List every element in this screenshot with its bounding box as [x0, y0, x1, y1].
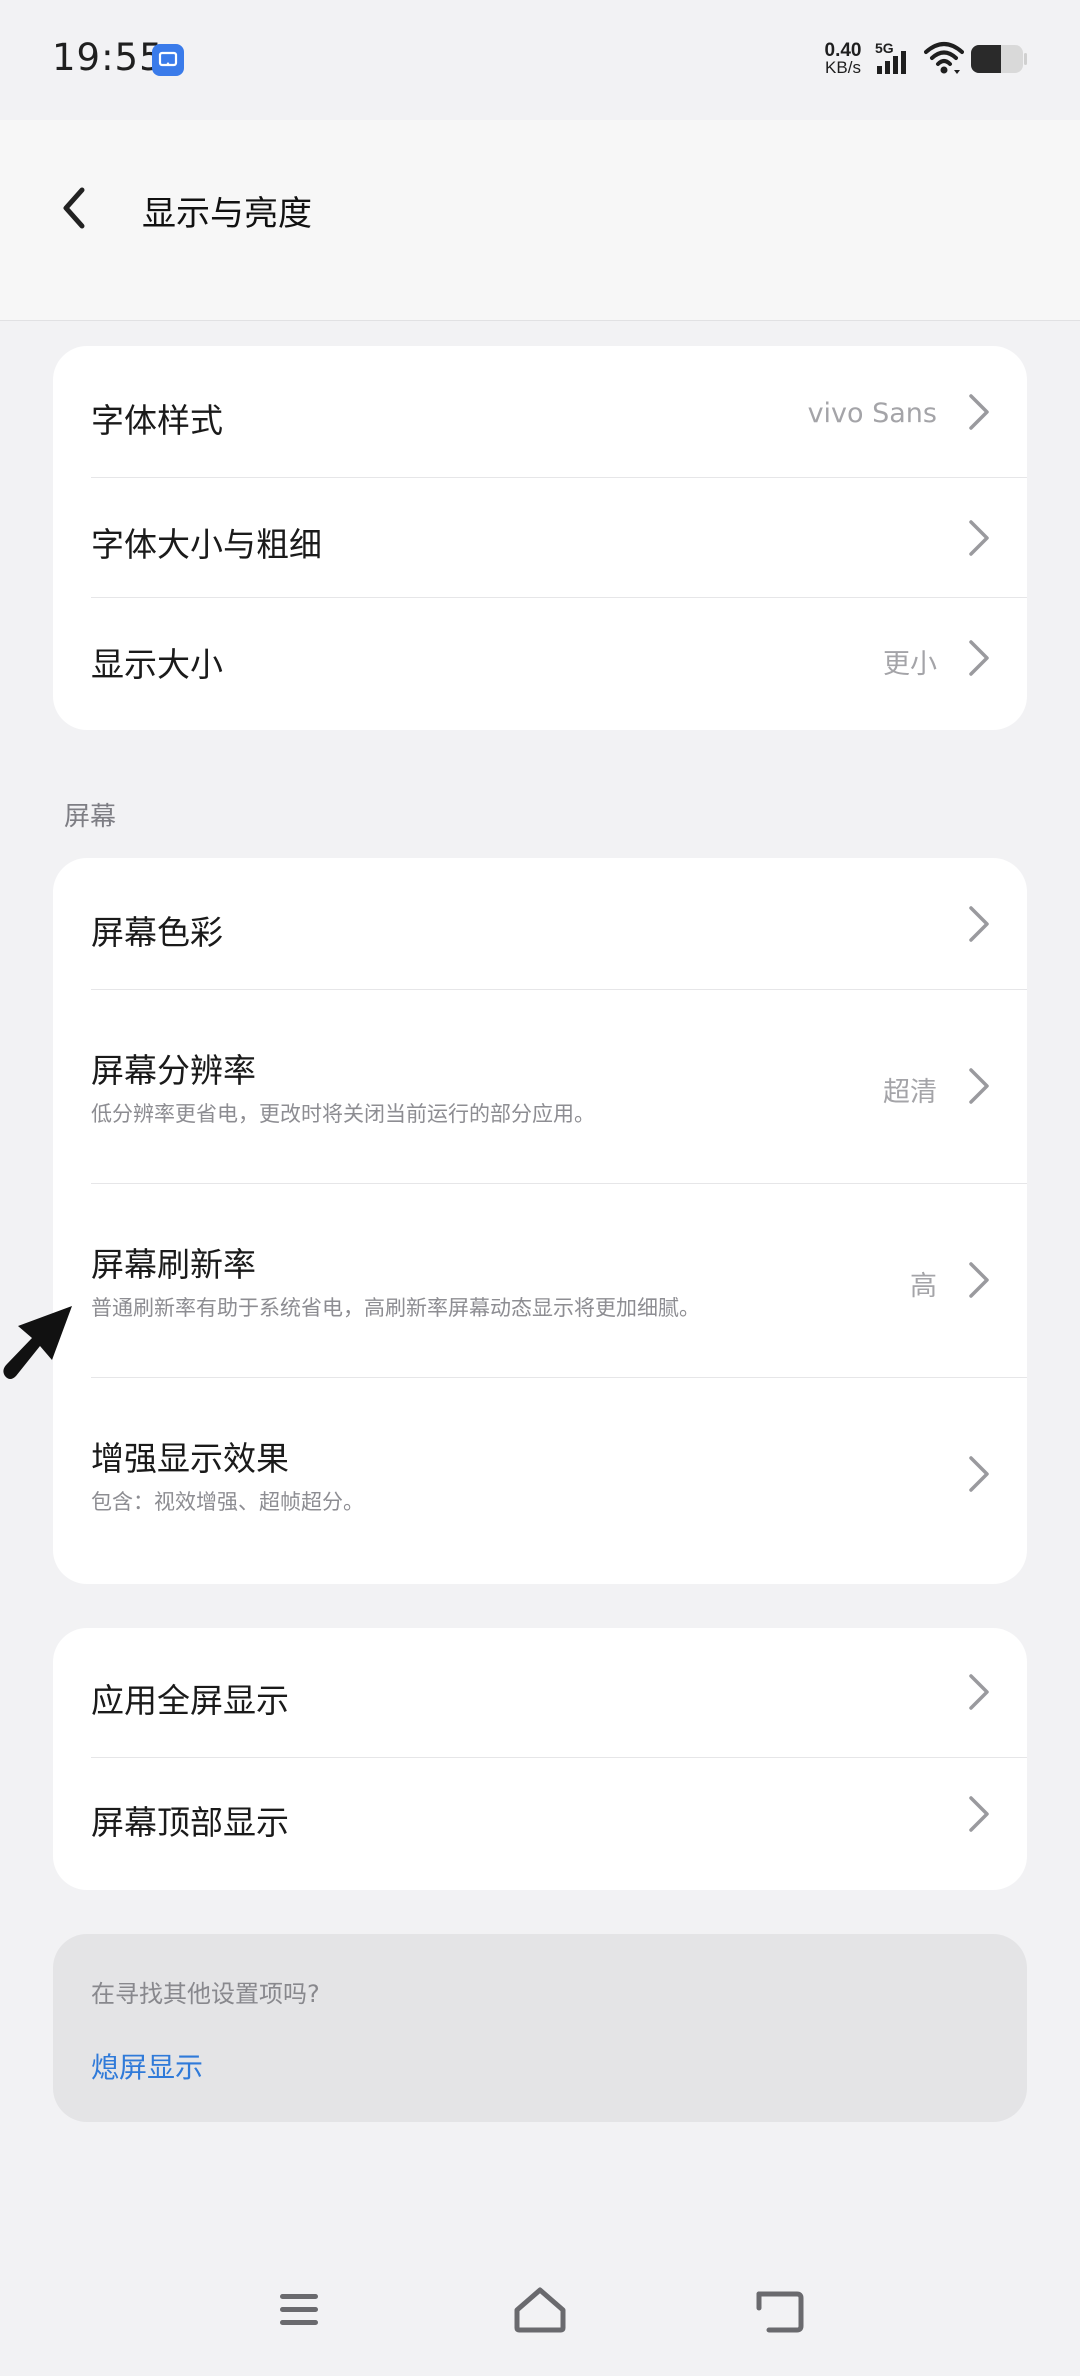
chevron-right-icon: [969, 906, 989, 942]
chevron-right-icon: [969, 1262, 989, 1298]
page-header: 显示与亮度: [0, 120, 1080, 321]
list-item-screen-resolution[interactable]: 屏幕分辨率 低分辨率更省电，更改时将关闭当前运行的部分应用。 超清: [53, 990, 1027, 1184]
chevron-right-icon: [969, 640, 989, 676]
list-item-refresh-rate[interactable]: 屏幕刷新率 普通刷新率有助于系统省电，高刷新率屏幕动态显示将更加细腻。 高: [53, 1184, 1027, 1378]
row-description: 低分辨率更省电，更改时将关闭当前运行的部分应用。: [91, 1102, 595, 1126]
row-label: 屏幕刷新率: [91, 1245, 256, 1284]
row-value: 高: [910, 1271, 937, 1302]
row-label: 屏幕顶部显示: [91, 1803, 289, 1842]
menu-icon[interactable]: [264, 2280, 334, 2340]
fullscreen-settings-card: 应用全屏显示 屏幕顶部显示: [53, 1628, 1027, 1890]
list-item-screen-color[interactable]: 屏幕色彩: [53, 858, 1027, 990]
row-label: 显示大小: [91, 645, 223, 684]
list-item-enhanced-display[interactable]: 增强显示效果 包含：视效增强、超帧超分。: [53, 1378, 1027, 1584]
back-icon[interactable]: [745, 2280, 815, 2340]
status-time: 19:55: [52, 36, 164, 79]
list-item-font-size-weight[interactable]: 字体大小与粗细: [53, 478, 1027, 598]
back-button[interactable]: [52, 180, 108, 236]
row-value: 超清: [883, 1077, 937, 1108]
row-description: 普通刷新率有助于系统省电，高刷新率屏幕动态显示将更加细腻。: [91, 1296, 700, 1320]
network-speed-value: 0.40: [824, 40, 862, 61]
chevron-right-icon: [969, 1456, 989, 1492]
row-label: 字体样式: [91, 401, 223, 440]
chevron-left-icon: [63, 187, 85, 229]
chevron-right-icon: [969, 394, 989, 430]
row-label: 屏幕分辨率: [91, 1051, 256, 1090]
list-item-font-style[interactable]: 字体样式 vivo Sans: [53, 346, 1027, 478]
list-item-display-size[interactable]: 显示大小 更小: [53, 598, 1027, 730]
related-settings-card: 在寻找其他设置项吗? 熄屏显示: [53, 1934, 1027, 2122]
screen-cast-app-icon: [152, 44, 184, 76]
page-title: 显示与亮度: [142, 194, 312, 234]
status-bar: 19:55 0.40 KB/s 5G: [0, 0, 1080, 120]
row-description: 包含：视效增强、超帧超分。: [91, 1490, 364, 1514]
network-speed: 0.40 KB/s: [818, 40, 868, 77]
chevron-right-icon: [969, 1068, 989, 1104]
row-label: 屏幕色彩: [91, 913, 223, 952]
list-item-screen-top-display[interactable]: 屏幕顶部显示: [53, 1758, 1027, 1890]
mouse-pointer-icon: [3, 1306, 72, 1379]
home-icon[interactable]: [505, 2280, 575, 2340]
chevron-right-icon: [969, 1674, 989, 1710]
list-item-app-fullscreen[interactable]: 应用全屏显示: [53, 1628, 1027, 1758]
row-value: 更小: [883, 649, 937, 680]
system-navigation-bar: [0, 2260, 1080, 2370]
network-speed-unit: KB/s: [825, 58, 861, 77]
battery-icon: [970, 44, 1028, 74]
screen-settings-card: 屏幕色彩 屏幕分辨率 低分辨率更省电，更改时将关闭当前运行的部分应用。 超清 屏…: [53, 858, 1027, 1584]
row-label: 应用全屏显示: [91, 1681, 289, 1720]
aod-link[interactable]: 熄屏显示: [91, 2046, 203, 2086]
chevron-right-icon: [969, 520, 989, 556]
related-settings-question: 在寻找其他设置项吗?: [91, 1980, 320, 2008]
chevron-right-icon: [969, 1796, 989, 1832]
wifi-icon: [924, 40, 964, 76]
cellular-signal-icon: 5G: [875, 38, 917, 78]
font-settings-card: 字体样式 vivo Sans 字体大小与粗细 显示大小 更小: [53, 346, 1027, 730]
row-label: 字体大小与粗细: [91, 525, 322, 564]
section-header-screen: 屏幕: [64, 802, 117, 832]
row-value: vivo Sans: [807, 398, 937, 429]
row-label: 增强显示效果: [91, 1439, 289, 1478]
